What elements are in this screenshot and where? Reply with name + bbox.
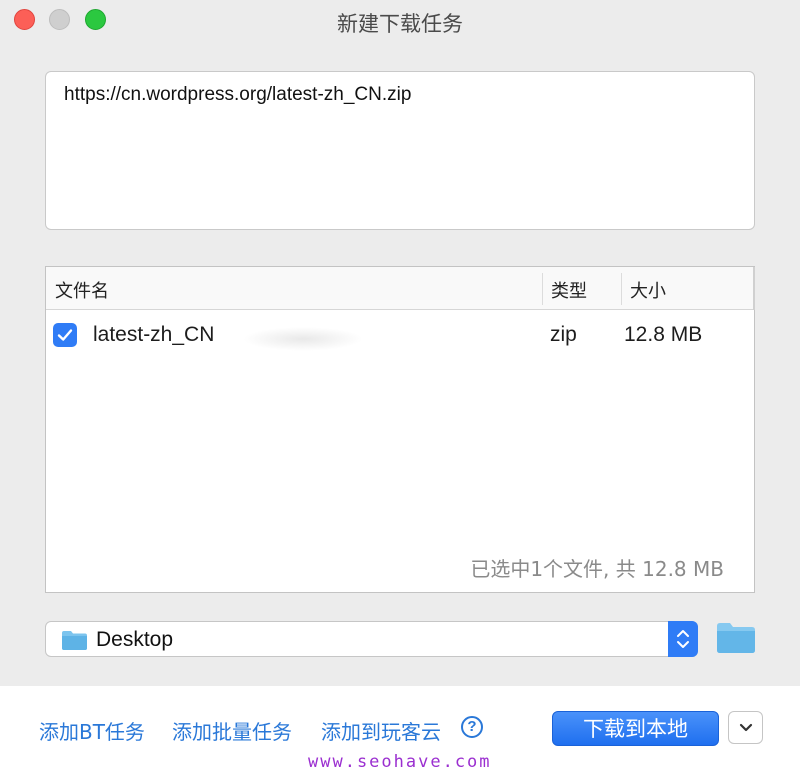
file-size: 12.8 MB <box>624 323 703 346</box>
title-bar: 新建下载任务 <box>0 0 800 42</box>
add-to-cloud-link[interactable]: 添加到玩客云 <box>321 716 441 745</box>
folder-icon[interactable] <box>716 622 756 654</box>
help-icon[interactable]: ? <box>461 716 483 738</box>
save-path-label: Desktop <box>96 628 174 651</box>
file-table: 文件名 类型 大小 latest-zh_CN zip 12.8 MB 已选中1个… <box>45 266 755 593</box>
dialog-window: 新建下载任务 https://cn.wordpress.org/latest-z… <box>0 0 800 686</box>
file-name: latest-zh_CN <box>93 323 215 346</box>
footer-bar: 添加BT任务 添加批量任务 添加到玩客云 ? 下载到本地 www.seohave… <box>0 686 800 773</box>
url-input[interactable]: https://cn.wordpress.org/latest-zh_CN.zi… <box>45 71 755 230</box>
column-divider <box>621 273 622 305</box>
checkmark-icon <box>57 329 73 341</box>
watermark-text: www.seohave.com <box>308 752 492 772</box>
selection-summary: 已选中1个文件, 共 12.8 MB <box>470 557 724 581</box>
chevron-down-icon <box>739 723 753 732</box>
window-title: 新建下载任务 <box>337 12 463 36</box>
add-bt-task-link[interactable]: 添加BT任务 <box>39 716 145 745</box>
download-to-local-button[interactable]: 下载到本地 <box>552 711 719 746</box>
column-divider <box>542 273 543 305</box>
folder-icon <box>62 631 87 650</box>
redacted-area <box>243 327 363 351</box>
more-options-button[interactable] <box>728 711 763 744</box>
file-checkbox[interactable] <box>53 323 77 347</box>
table-header: 文件名 类型 大小 <box>46 267 755 310</box>
stepper-icon[interactable] <box>668 621 698 657</box>
column-header-type[interactable]: 类型 <box>551 277 587 303</box>
column-header-size[interactable]: 大小 <box>630 277 666 303</box>
add-batch-task-link[interactable]: 添加批量任务 <box>172 716 292 745</box>
table-row[interactable]: latest-zh_CN zip 12.8 MB <box>46 317 754 357</box>
save-path-select[interactable]: Desktop <box>45 621 698 657</box>
scrollbar-track <box>753 267 755 310</box>
file-type: zip <box>550 323 577 346</box>
column-header-name[interactable]: 文件名 <box>55 277 109 303</box>
